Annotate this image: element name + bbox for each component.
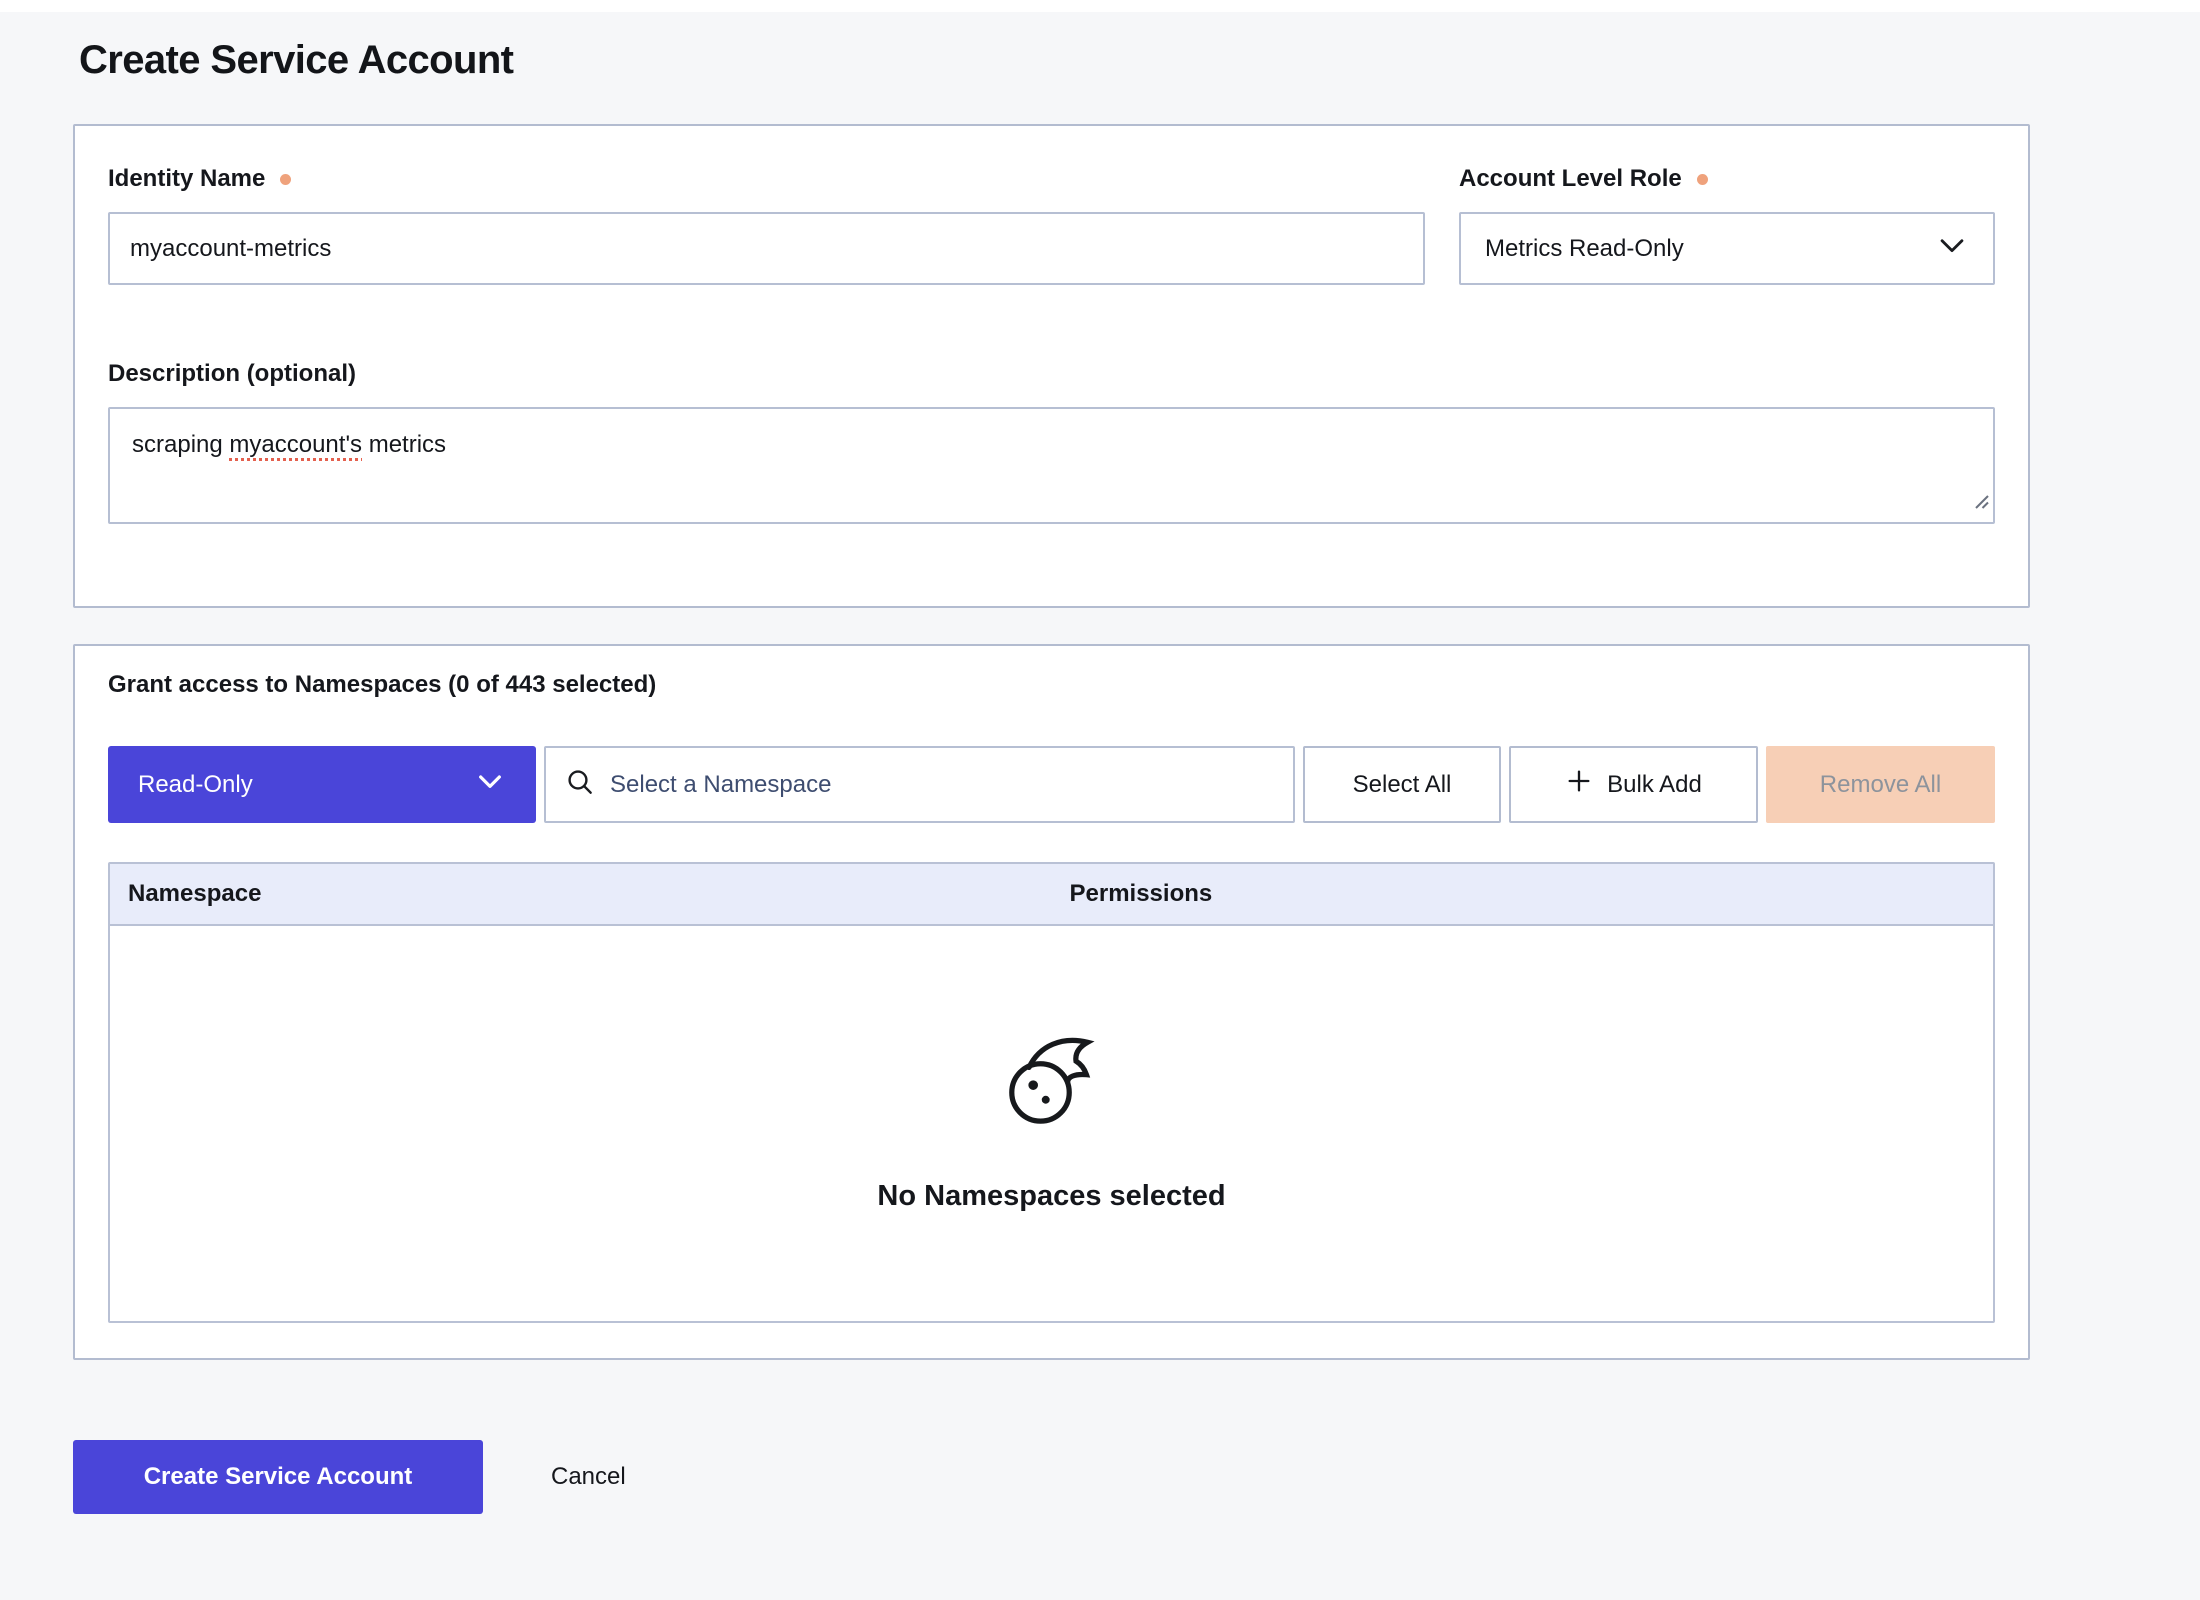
description-text-prefix: scraping bbox=[132, 431, 229, 458]
remove-all-button[interactable]: Remove All bbox=[1766, 746, 1995, 823]
account-level-role-value: Metrics Read-Only bbox=[1485, 235, 1684, 263]
remove-all-label: Remove All bbox=[1820, 771, 1941, 799]
top-strip bbox=[0, 0, 2200, 12]
page-container: Create Service Account Identity Name Acc… bbox=[73, 36, 2030, 1514]
permission-dropdown-value: Read-Only bbox=[138, 771, 253, 799]
description-field-group: Description (optional) scraping myaccoun… bbox=[108, 359, 1995, 524]
column-header-namespace: Namespace bbox=[110, 880, 1052, 908]
namespaces-toolbar: Read-Only Select All Bulk Add bbox=[108, 746, 1995, 823]
account-level-role-label: Account Level Role bbox=[1459, 165, 1682, 193]
permission-dropdown[interactable]: Read-Only bbox=[108, 746, 536, 823]
cancel-button[interactable]: Cancel bbox=[551, 1463, 626, 1491]
page-title: Create Service Account bbox=[79, 36, 2030, 84]
form-actions: Create Service Account Cancel bbox=[73, 1440, 2030, 1514]
namespaces-table-body: No Namespaces selected bbox=[110, 926, 1993, 1321]
description-text-suffix: metrics bbox=[362, 431, 446, 458]
comet-icon bbox=[1008, 1035, 1096, 1134]
plus-icon bbox=[1565, 767, 1593, 802]
account-level-role-field-group: Account Level Role Metrics Read-Only bbox=[1459, 164, 1995, 285]
create-service-account-button[interactable]: Create Service Account bbox=[73, 1440, 483, 1514]
identity-card: Identity Name Account Level Role Metrics… bbox=[73, 124, 2030, 608]
namespaces-table-header: Namespace Permissions bbox=[110, 864, 1993, 926]
select-all-label: Select All bbox=[1353, 771, 1452, 799]
chevron-down-icon bbox=[1935, 228, 1969, 269]
identity-name-field-group: Identity Name bbox=[108, 164, 1425, 285]
description-label: Description (optional) bbox=[108, 360, 356, 388]
account-level-role-select[interactable]: Metrics Read-Only bbox=[1459, 212, 1995, 285]
required-dot-icon bbox=[1697, 174, 1708, 185]
required-dot-icon bbox=[280, 174, 291, 185]
textarea-resize-handle-icon[interactable] bbox=[1970, 487, 1990, 519]
namespaces-card: Grant access to Namespaces (0 of 443 sel… bbox=[73, 644, 2030, 1360]
search-icon bbox=[564, 766, 596, 803]
namespaces-heading: Grant access to Namespaces (0 of 443 sel… bbox=[108, 670, 1995, 700]
bulk-add-label: Bulk Add bbox=[1607, 771, 1702, 799]
chevron-down-icon bbox=[474, 765, 506, 804]
identity-name-input[interactable] bbox=[108, 212, 1425, 285]
description-textarea[interactable]: scraping myaccount's metrics bbox=[108, 407, 1995, 524]
namespace-search-box bbox=[544, 746, 1295, 823]
column-header-permissions: Permissions bbox=[1052, 880, 1994, 908]
namespaces-table: Namespace Permissions No Namespaces sele… bbox=[108, 862, 1995, 1323]
select-all-button[interactable]: Select All bbox=[1303, 746, 1501, 823]
identity-name-label: Identity Name bbox=[108, 165, 265, 193]
empty-state-message: No Namespaces selected bbox=[877, 1180, 1225, 1213]
namespace-search-input[interactable] bbox=[610, 771, 1275, 799]
description-text-misspelled: myaccount's bbox=[229, 431, 362, 458]
bulk-add-button[interactable]: Bulk Add bbox=[1509, 746, 1758, 823]
